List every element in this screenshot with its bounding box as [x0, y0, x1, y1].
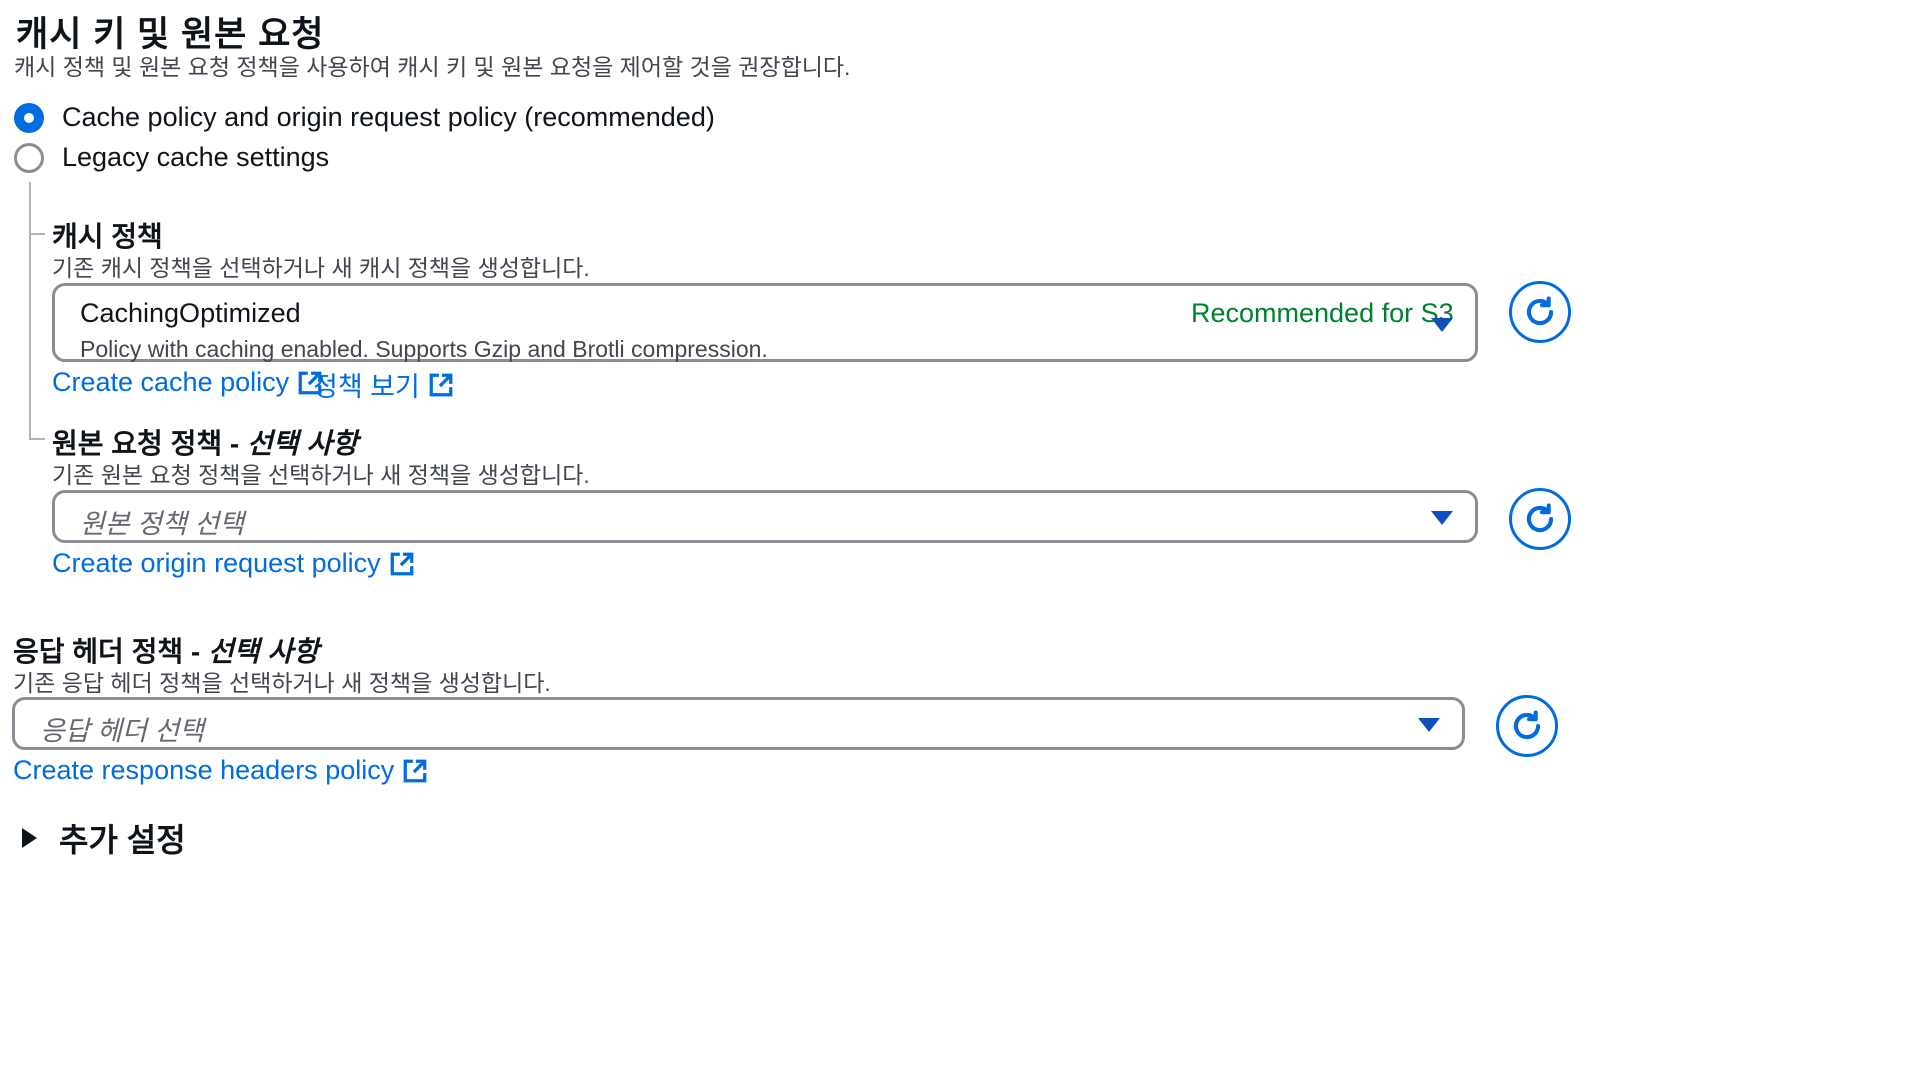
select-placeholder: 원본 정책 선택 [80, 509, 245, 539]
response-headers-policy-description: 기존 응답 헤더 정책을 선택하거나 새 정책을 생성합니다. [13, 670, 551, 696]
caret-down-icon [1418, 718, 1440, 732]
caret-down-icon [1431, 511, 1453, 525]
link-label: Create origin request policy [52, 548, 381, 578]
optional-label: 선택 사항 [208, 636, 319, 667]
create-cache-policy-link[interactable]: Create cache policy [52, 367, 323, 398]
title-text: 원본 요청 정책 - [52, 428, 248, 459]
refresh-response-headers-button[interactable] [1496, 695, 1558, 757]
additional-settings-expander[interactable]: 추가 설정 [22, 815, 186, 861]
optional-label: 선택 사항 [247, 428, 358, 459]
origin-request-policy-description: 기존 원본 요청 정책을 선택하거나 새 정책을 생성합니다. [52, 462, 590, 488]
refresh-icon [1526, 296, 1554, 326]
tree-connector-line [29, 182, 31, 439]
cache-policy-description: 기존 캐시 정책을 선택하거나 새 캐시 정책을 생성합니다. [52, 255, 590, 281]
cache-policy-select[interactable]: CachingOptimized Policy with caching ena… [52, 283, 1478, 362]
link-label: Create response headers policy [13, 755, 395, 785]
caret-down-icon [1431, 318, 1453, 332]
create-origin-request-policy-link[interactable]: Create origin request policy [52, 548, 415, 579]
expand-triangle-icon [22, 828, 37, 848]
view-policies-link[interactable]: 정책 보기 [313, 365, 454, 404]
refresh-cache-policies-button[interactable] [1509, 281, 1571, 343]
response-headers-policy-select[interactable]: 응답 헤더 선택 [12, 697, 1465, 750]
recommended-badge: Recommended for S3 [1191, 298, 1454, 328]
origin-request-policy-select[interactable]: 원본 정책 선택 [52, 490, 1478, 543]
refresh-origin-policies-button[interactable] [1509, 488, 1571, 550]
select-value: CachingOptimized [80, 298, 301, 328]
link-label: Create cache policy [52, 367, 290, 397]
select-value-description: Policy with caching enabled. Supports Gz… [80, 336, 768, 362]
link-label: 정책 보기 [313, 372, 420, 402]
tree-connector-branch [29, 233, 45, 235]
expander-label: 추가 설정 [59, 822, 186, 858]
select-placeholder: 응답 헤더 선택 [40, 716, 205, 746]
title-text: 응답 헤더 정책 - [13, 636, 209, 667]
refresh-icon [1513, 710, 1541, 740]
radio-unselected-icon[interactable] [14, 142, 44, 173]
radio-legacy-option[interactable]: Legacy cache settings [14, 142, 329, 173]
external-link-icon [402, 758, 428, 784]
radio-selected-icon[interactable] [14, 102, 44, 133]
tree-connector-branch [29, 438, 45, 440]
refresh-icon [1526, 503, 1554, 533]
external-link-icon [428, 372, 454, 398]
radio-cache-policy-option[interactable]: Cache policy and origin request policy (… [14, 102, 715, 133]
radio-label: Cache policy and origin request policy (… [62, 102, 715, 132]
section-description: 캐시 정책 및 원본 요청 정책을 사용하여 캐시 키 및 원본 요청을 제어할… [14, 54, 851, 80]
external-link-icon [389, 551, 415, 577]
radio-label: Legacy cache settings [62, 142, 330, 172]
create-response-headers-policy-link[interactable]: Create response headers policy [13, 755, 428, 786]
